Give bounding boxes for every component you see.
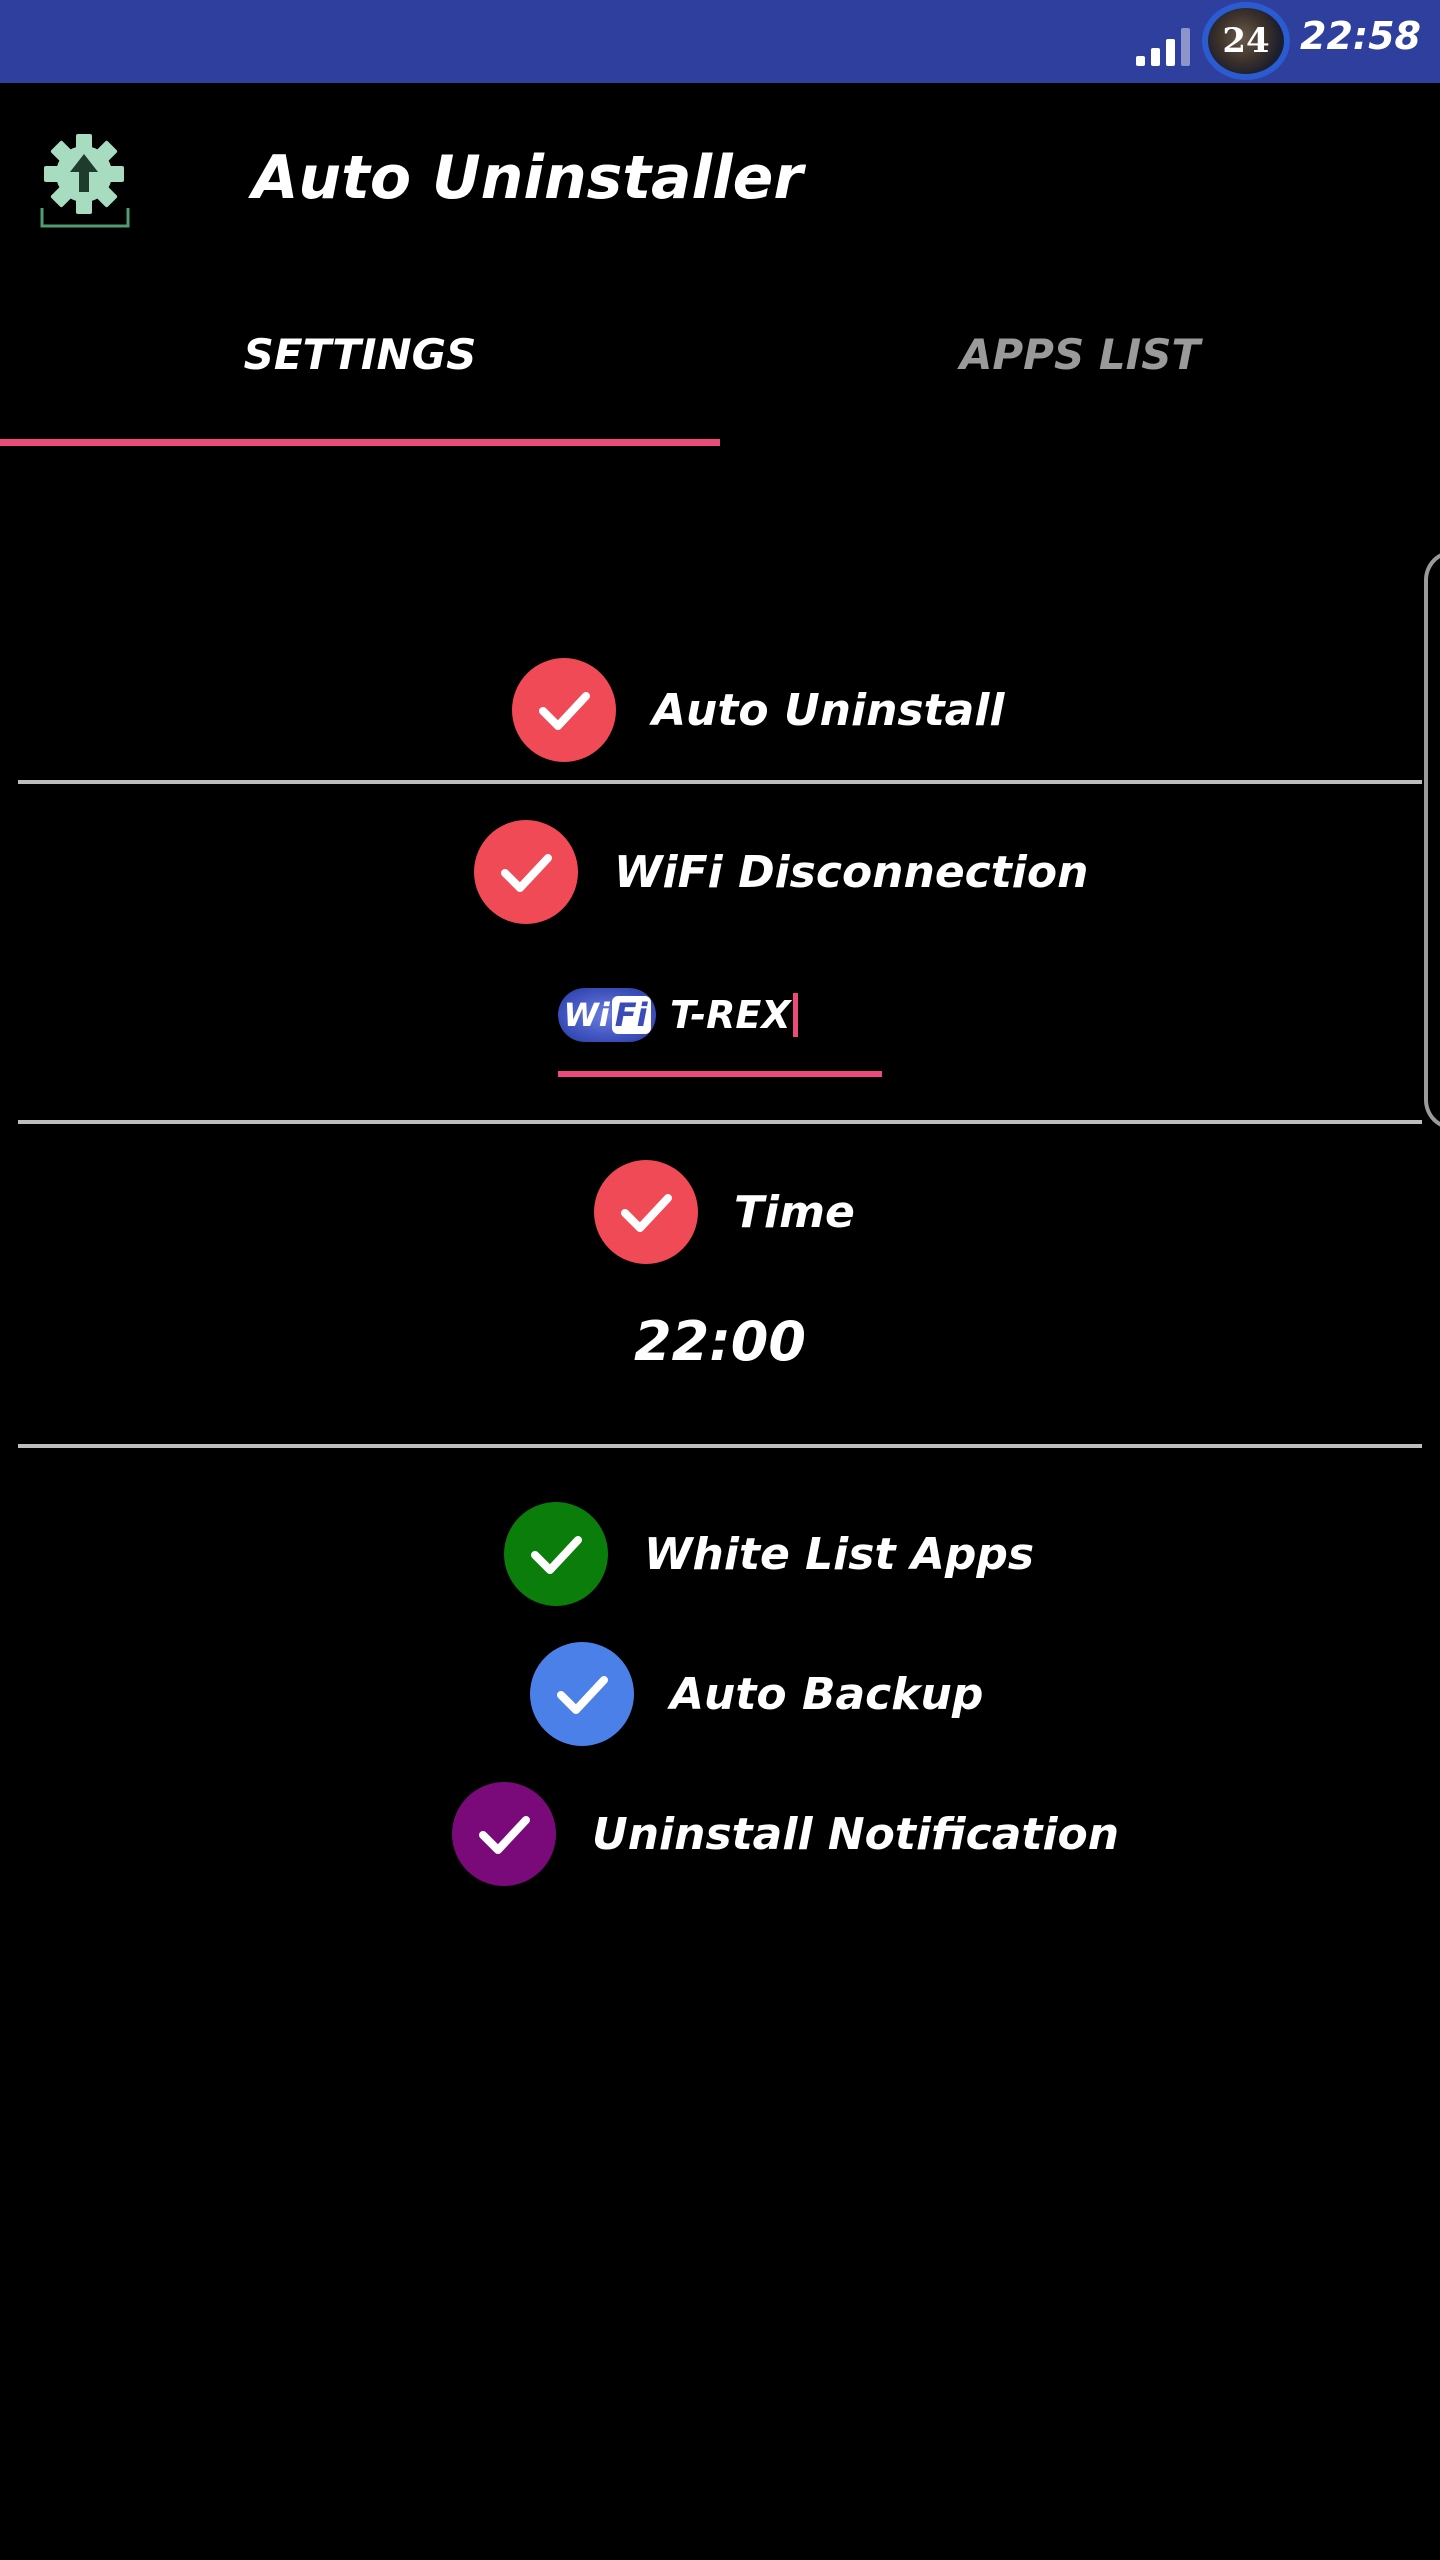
check-icon[interactable] — [504, 1502, 608, 1606]
setting-auto-backup[interactable]: Auto Backup — [530, 1642, 983, 1746]
status-clock: 22:58 — [1300, 14, 1421, 58]
wifi-ssid-input[interactable]: Wi Fi T-REX — [558, 980, 882, 1050]
time-value[interactable]: 22:00 — [0, 1310, 1440, 1373]
wifi-icon: Wi Fi — [558, 988, 656, 1042]
setting-label: Uninstall Notification — [592, 1808, 1120, 1860]
wifi-ssid-value: T-REX — [670, 993, 791, 1037]
app-title: Auto Uninstaller — [252, 143, 803, 213]
check-icon[interactable] — [474, 820, 578, 924]
screen: 24 22:58 Auto Uninstaller SETTINGS APPS … — [0, 0, 1440, 2560]
badge-text: 24 — [1222, 21, 1270, 61]
app-badge-icon: 24 — [1202, 2, 1290, 80]
tab-settings[interactable]: SETTINGS — [0, 330, 720, 379]
check-icon[interactable] — [594, 1160, 698, 1264]
divider — [18, 780, 1422, 784]
setting-label: Time — [734, 1186, 855, 1238]
setting-label: Auto Backup — [670, 1668, 984, 1720]
signal-icon — [1136, 24, 1196, 66]
tab-indicator — [0, 439, 720, 446]
text-cursor — [792, 993, 798, 1037]
check-icon[interactable] — [530, 1642, 634, 1746]
setting-wifi-disconnection[interactable]: WiFi Disconnection — [474, 820, 1088, 924]
setting-label: WiFi Disconnection — [614, 846, 1089, 898]
wifi-logo-fi: Fi — [611, 996, 651, 1034]
setting-label: Auto Uninstall — [652, 684, 1005, 736]
wifi-logo-wi: Wi — [563, 996, 610, 1034]
tab-apps-list[interactable]: APPS LIST — [720, 330, 1440, 379]
input-underline — [558, 1071, 882, 1077]
edge-panel-handle[interactable] — [1424, 550, 1440, 1130]
setting-uninstall-notification[interactable]: Uninstall Notification — [452, 1782, 1119, 1886]
setting-auto-uninstall[interactable]: Auto Uninstall — [512, 658, 1005, 762]
divider — [18, 1120, 1422, 1124]
setting-white-list-apps[interactable]: White List Apps — [504, 1502, 1034, 1606]
settings-upload-icon — [40, 130, 130, 230]
status-bar: 24 22:58 — [0, 0, 1440, 83]
setting-time[interactable]: Time — [594, 1160, 855, 1264]
check-icon[interactable] — [452, 1782, 556, 1886]
setting-label: White List Apps — [644, 1528, 1035, 1580]
check-icon[interactable] — [512, 658, 616, 762]
divider — [18, 1444, 1422, 1448]
